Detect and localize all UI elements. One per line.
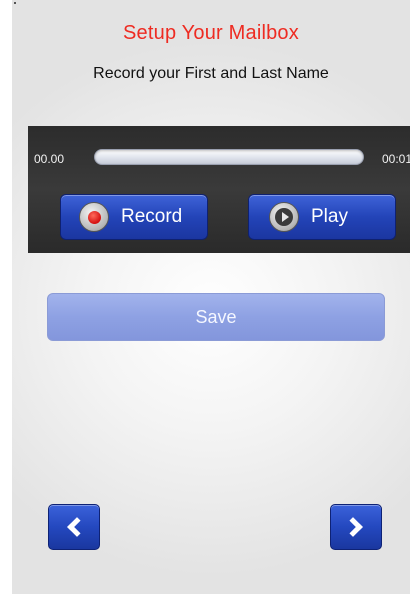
save-button[interactable]: Save <box>47 293 385 341</box>
page-title: Setup Your Mailbox <box>123 22 299 44</box>
record-button[interactable]: Record <box>60 194 208 240</box>
record-button-label: Record <box>121 206 183 227</box>
elapsed-time: 00.00 <box>34 152 65 166</box>
next-button[interactable] <box>330 504 382 550</box>
play-button[interactable]: Play <box>248 194 396 240</box>
recorder-panel: 00.00 00:01 Record Play <box>28 126 410 253</box>
play-button-label: Play <box>311 206 348 227</box>
chevron-right-icon <box>343 517 363 537</box>
status-indicator <box>14 2 16 4</box>
total-time: 00:01 <box>382 152 410 166</box>
recording-progress-bar[interactable] <box>94 149 364 165</box>
record-icon <box>79 202 109 232</box>
mailbox-setup-screen: Setup Your Mailbox Record your First and… <box>12 0 410 594</box>
back-button[interactable] <box>48 504 100 550</box>
play-icon <box>269 202 299 232</box>
chevron-left-icon <box>67 517 87 537</box>
instruction-text: Record your First and Last Name <box>93 65 329 82</box>
